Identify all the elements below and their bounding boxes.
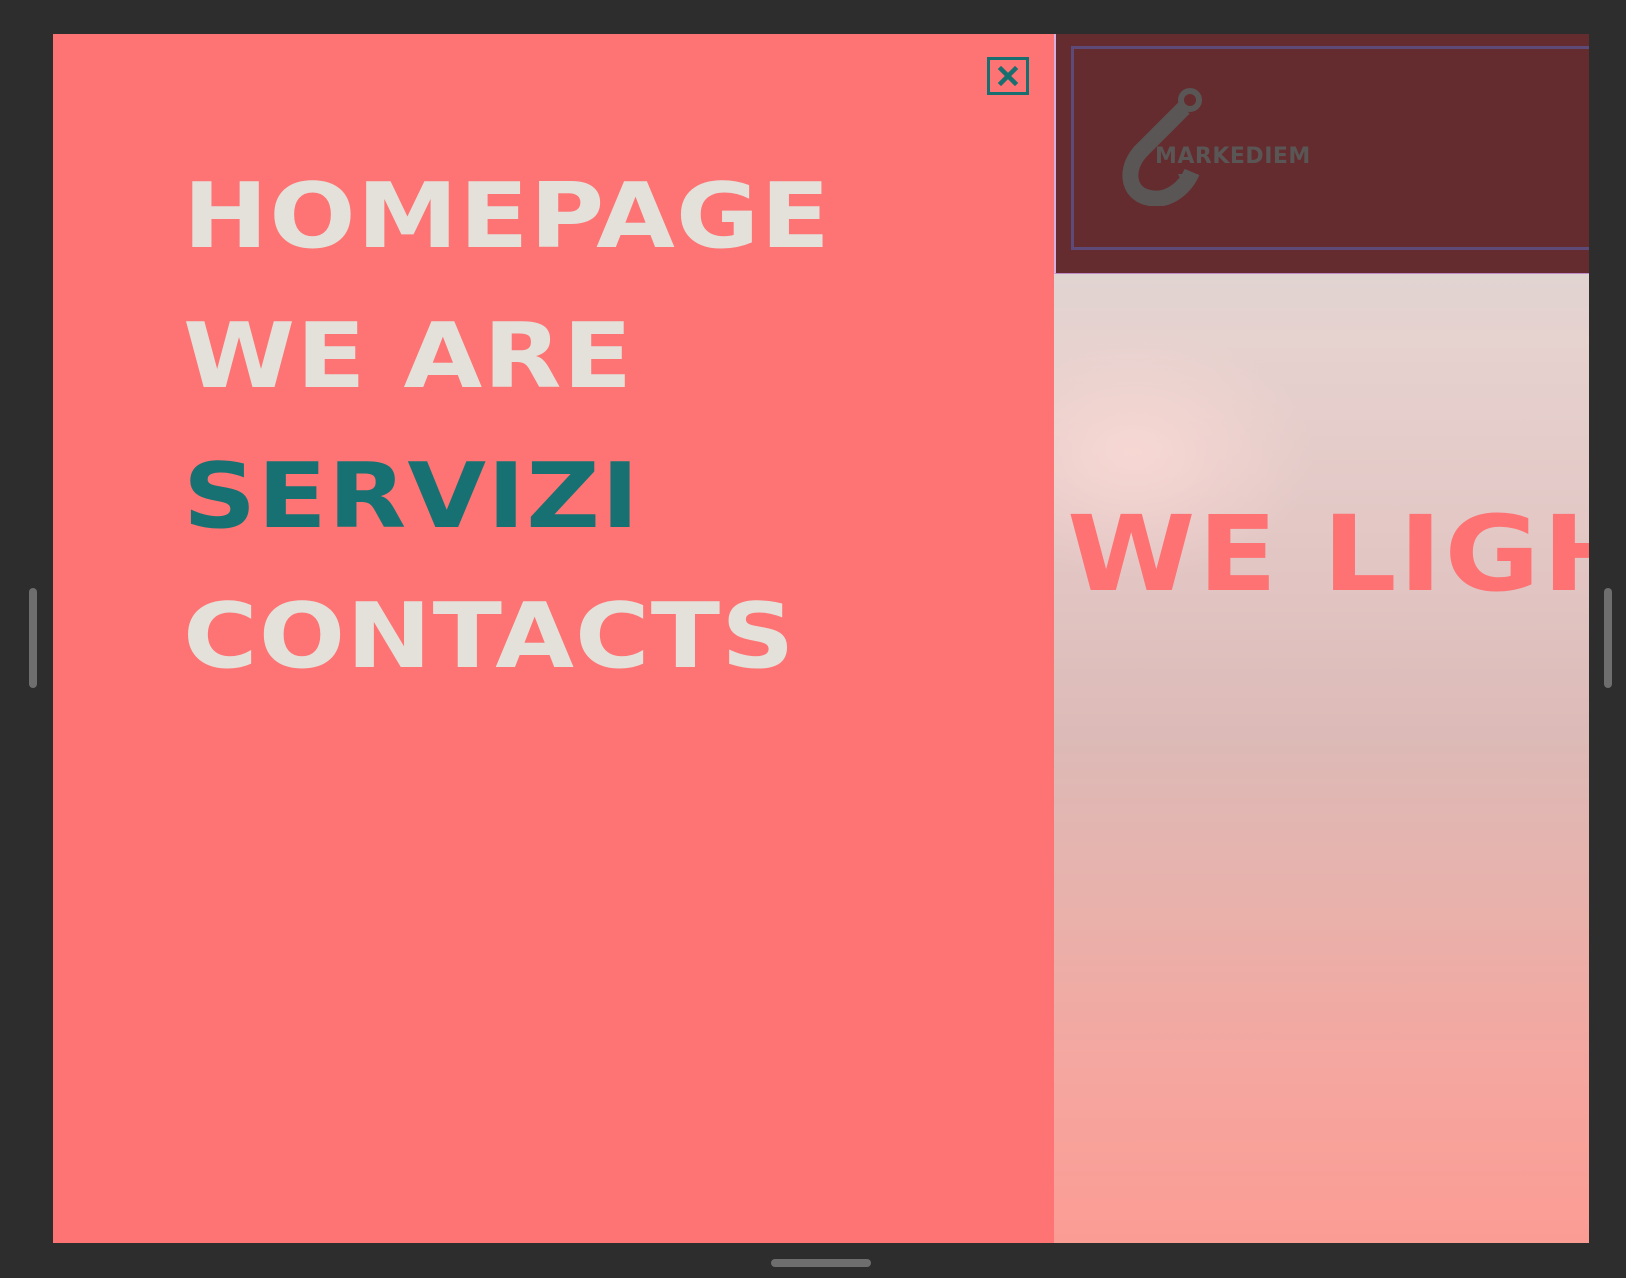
- logo-text: MARKEDIEM: [1155, 144, 1311, 169]
- menu-item-homepage[interactable]: HOMEPAGE: [183, 147, 831, 287]
- menu-item-servizi[interactable]: SERVIZI: [183, 427, 831, 567]
- menu-item-contacts[interactable]: CONTACTS: [183, 567, 831, 707]
- close-button[interactable]: [987, 57, 1029, 95]
- main-menu: HOMEPAGE WE ARE SERVIZI CONTACTS: [183, 147, 830, 707]
- resize-handle-bottom[interactable]: [771, 1259, 871, 1267]
- menu-panel: HOMEPAGE WE ARE SERVIZI CONTACTS: [53, 34, 1054, 1243]
- menu-item-we-are[interactable]: WE ARE: [183, 287, 831, 427]
- site-header: MARKEDIEM: [1054, 34, 1589, 274]
- close-icon: [997, 65, 1019, 87]
- hero-title: WE LIGHT: [1067, 493, 1589, 615]
- resize-handle-left[interactable]: [29, 588, 37, 688]
- resize-handle-right[interactable]: [1604, 588, 1612, 688]
- app-window: MARKEDIEM WE LIGHT HOMEPAGE WE ARE SERVI…: [53, 34, 1589, 1243]
